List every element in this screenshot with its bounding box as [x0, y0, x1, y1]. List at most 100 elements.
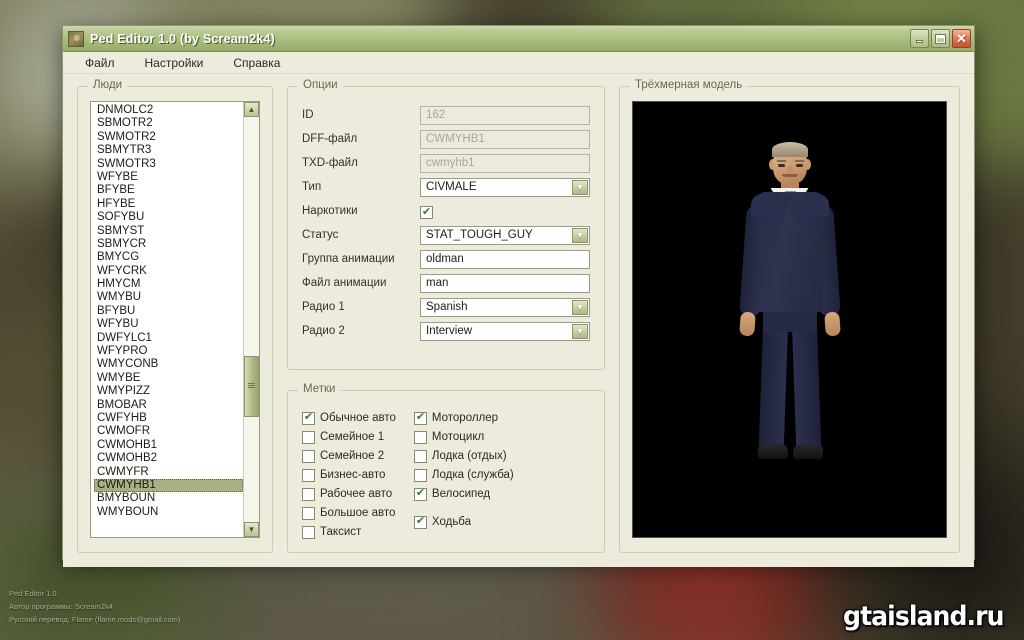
- flag-checkbox[interactable]: [413, 449, 427, 463]
- list-item[interactable]: WMYBE: [94, 372, 243, 385]
- flag-checkbox[interactable]: [413, 411, 427, 425]
- close-button[interactable]: ✕: [952, 29, 971, 48]
- flag-checkbox[interactable]: [413, 515, 427, 529]
- list-item[interactable]: DNMOLC2: [94, 104, 243, 117]
- chevron-down-icon[interactable]: ▼: [572, 323, 588, 339]
- list-item[interactable]: SBMYCR: [94, 238, 243, 251]
- text-input[interactable]: man: [420, 273, 590, 293]
- list-item[interactable]: CWMOFR: [94, 425, 243, 438]
- drugs-checkbox[interactable]: [420, 206, 433, 219]
- list-item[interactable]: CWMYFR: [94, 466, 243, 479]
- flag-checkbox[interactable]: [302, 487, 315, 501]
- ped-3d-model: [715, 142, 865, 494]
- menu-item-help[interactable]: Справка: [221, 54, 292, 72]
- list-item[interactable]: CWMYHB1: [94, 478, 243, 493]
- field-row: Тип CIVMALE ▼: [302, 175, 590, 199]
- combo-box[interactable]: STAT_TOUGH_GUY ▼: [420, 225, 590, 245]
- menu-item-settings[interactable]: Настройки: [133, 54, 216, 72]
- chevron-down-icon[interactable]: ▼: [572, 179, 588, 195]
- desktop-credits: Ped Editor 1.0 Автор программы: Scream2k…: [9, 587, 180, 626]
- flag-checkbox[interactable]: [413, 468, 427, 482]
- scrollbar-thumb[interactable]: [244, 355, 259, 417]
- list-item[interactable]: SBMYTR3: [94, 144, 243, 157]
- list-item[interactable]: BMYCG: [94, 251, 243, 264]
- combo-box[interactable]: Spanish ▼: [420, 297, 590, 317]
- ped-editor-window: Ped Editor 1.0 (by Scream2k4) ✕ Файл Нас…: [62, 25, 975, 567]
- flag-label: Велосипед: [431, 488, 491, 500]
- list-item[interactable]: SBMYST: [94, 225, 243, 238]
- scrollbar-track[interactable]: [244, 117, 259, 522]
- flag-row[interactable]: Ходьба: [413, 513, 514, 531]
- list-item[interactable]: WMYBU: [94, 291, 243, 304]
- minimize-button[interactable]: [910, 29, 929, 48]
- flag-checkbox[interactable]: [302, 525, 315, 539]
- list-item[interactable]: WFYCRK: [94, 265, 243, 278]
- list-item[interactable]: HFYBE: [94, 198, 243, 211]
- text-input[interactable]: oldman: [420, 249, 590, 269]
- list-item[interactable]: SBMOTR2: [94, 117, 243, 130]
- list-item[interactable]: WFYPRO: [94, 345, 243, 358]
- flag-row[interactable]: Мотоцикл: [413, 428, 514, 446]
- chevron-down-icon[interactable]: ▼: [572, 299, 588, 315]
- list-item[interactable]: BMOBAR: [94, 399, 243, 412]
- flag-row[interactable]: Рабочее авто: [302, 485, 396, 503]
- title-bar[interactable]: Ped Editor 1.0 (by Scream2k4) ✕: [63, 26, 974, 52]
- flag-row[interactable]: Лодка (отдых): [413, 447, 514, 465]
- list-item[interactable]: SOFYBU: [94, 211, 243, 224]
- flag-row[interactable]: Мотороллер: [413, 409, 514, 427]
- flag-checkbox[interactable]: [413, 430, 427, 444]
- flag-row[interactable]: Семейное 2: [302, 447, 396, 465]
- flag-row[interactable]: Семейное 1: [302, 428, 396, 446]
- flag-checkbox[interactable]: [302, 430, 315, 444]
- flag-checkbox[interactable]: [302, 411, 315, 425]
- list-item[interactable]: CWMOHB1: [94, 439, 243, 452]
- combo-box[interactable]: Interview ▼: [420, 321, 590, 341]
- field-control: 162: [420, 105, 590, 125]
- menu-item-file[interactable]: Файл: [73, 54, 127, 72]
- list-item[interactable]: BMYBOUN: [94, 492, 243, 505]
- combo-box[interactable]: CIVMALE ▼: [420, 177, 590, 197]
- list-item[interactable]: DWFYLC1: [94, 332, 243, 345]
- flag-checkbox[interactable]: [302, 449, 315, 463]
- ped-right-shoulder: [806, 194, 829, 216]
- ped-right-eye: [795, 164, 803, 167]
- list-item[interactable]: CWFYHB: [94, 412, 243, 425]
- flag-checkbox[interactable]: [413, 487, 427, 501]
- maximize-button[interactable]: [931, 29, 950, 48]
- list-item[interactable]: CWMOHB2: [94, 452, 243, 465]
- flag-row[interactable]: Бизнес-авто: [302, 466, 396, 484]
- model-viewport[interactable]: [632, 101, 947, 538]
- list-item[interactable]: WMYCONB: [94, 358, 243, 371]
- list-item[interactable]: WMYBOUN: [94, 506, 243, 519]
- field-row: Файл анимации man: [302, 271, 590, 295]
- list-item[interactable]: BFYBE: [94, 184, 243, 197]
- maximize-icon: [936, 34, 945, 43]
- list-item[interactable]: WFYBU: [94, 318, 243, 331]
- list-item[interactable]: SWMOTR3: [94, 158, 243, 171]
- options-fields: ID 162 DFF-файл CWMYHB1 TXD-файл cwmyhb1 Тип CI…: [302, 103, 590, 343]
- chevron-down-icon[interactable]: ▼: [572, 227, 588, 243]
- field-label: Наркотики: [302, 205, 358, 217]
- flag-checkbox[interactable]: [302, 468, 315, 482]
- list-item[interactable]: SWMOTR2: [94, 131, 243, 144]
- list-item[interactable]: WMYPIZZ: [94, 385, 243, 398]
- flag-label: Таксист: [320, 526, 362, 538]
- field-label: ID: [302, 109, 314, 121]
- scroll-down-button[interactable]: ▼: [244, 522, 259, 537]
- list-item[interactable]: BFYBU: [94, 305, 243, 318]
- people-listbox[interactable]: DNMOLC2 SBMOTR2 SWMOTR2 SBMYTR3 SWMOTR3 WFYBE…: [90, 101, 260, 538]
- flag-row[interactable]: Таксист: [302, 523, 396, 541]
- scroll-up-button[interactable]: ▲: [244, 102, 259, 117]
- flag-checkbox[interactable]: [302, 506, 315, 520]
- flag-row[interactable]: Большое авто: [302, 504, 396, 522]
- people-group: Люди DNMOLC2 SBMOTR2 SWMOTR2 SBMYTR3 SWMOTR3…: [77, 79, 273, 553]
- chevron-up-icon: ▲: [247, 105, 256, 114]
- list-item[interactable]: HMYCM: [94, 278, 243, 291]
- flag-label: Мотороллер: [431, 412, 499, 424]
- list-item[interactable]: WFYBE: [94, 171, 243, 184]
- field-row: DFF-файл CWMYHB1: [302, 127, 590, 151]
- flag-row[interactable]: Обычное авто: [302, 409, 396, 427]
- flag-row[interactable]: Велосипед: [413, 485, 514, 503]
- people-scrollbar[interactable]: ▲ ▼: [243, 102, 259, 537]
- flag-row[interactable]: Лодка (служба): [413, 466, 514, 484]
